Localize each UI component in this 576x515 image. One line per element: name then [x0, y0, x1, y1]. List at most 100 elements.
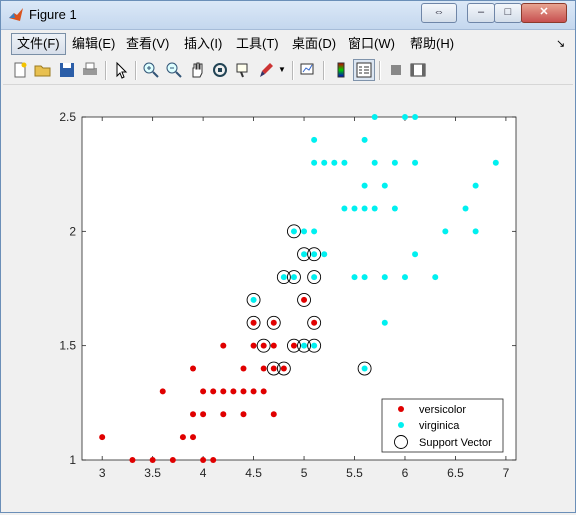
pan-icon[interactable] — [187, 60, 207, 80]
point-versicolor — [210, 457, 217, 463]
point-versicolor — [200, 457, 207, 463]
close-button[interactable]: ✕ — [521, 3, 567, 23]
point-versicolor — [190, 434, 197, 441]
x-tick-label: 4.5 — [245, 466, 262, 480]
y-tick-label: 2 — [69, 224, 76, 238]
point-virginica — [401, 114, 408, 120]
point-virginica — [311, 274, 318, 281]
point-versicolor — [270, 342, 277, 349]
show-plot-tools-icon[interactable] — [408, 60, 428, 80]
y-tick-label: 1 — [69, 453, 76, 467]
point-versicolor — [301, 296, 308, 303]
point-versicolor — [260, 342, 267, 349]
menu-desktop[interactable]: 桌面(D) — [287, 34, 341, 54]
menu-view[interactable]: 查看(V) — [121, 34, 174, 54]
point-versicolor — [99, 434, 106, 441]
point-virginica — [442, 228, 449, 235]
point-virginica — [492, 159, 499, 166]
link-plot-icon[interactable] — [298, 60, 318, 80]
point-versicolor — [240, 388, 247, 395]
pointer-icon[interactable] — [111, 60, 131, 80]
point-virginica — [321, 251, 328, 258]
menu-bar: 文件(F) 编辑(E) 查看(V) 插入(I) 工具(T) 桌面(D) 窗口(W… — [3, 31, 573, 57]
menu-edit[interactable]: 编辑(E) — [67, 34, 120, 54]
menu-help[interactable]: 帮助(H) — [405, 34, 459, 54]
legend-icon[interactable] — [353, 59, 375, 81]
print-icon[interactable] — [80, 60, 100, 80]
window-title: Figure 1 — [29, 7, 77, 22]
title-bar[interactable]: Figure 1 ⇔ – □ ✕ — [1, 1, 575, 30]
dock-icon: ⇔ — [433, 6, 445, 18]
point-virginica — [361, 182, 368, 189]
new-figure-icon[interactable] — [10, 60, 30, 80]
point-versicolor — [159, 388, 166, 395]
point-virginica — [361, 274, 368, 281]
point-virginica — [361, 365, 368, 372]
scatter-chart: 3 3.5 4 4.5 5 5.5 6 6.5 7 1 1.5 2 2.5 versicolor vir… — [59, 110, 517, 480]
point-virginica — [361, 205, 368, 212]
x-tick-label: 5.5 — [346, 466, 363, 480]
save-icon[interactable] — [57, 60, 77, 80]
point-virginica — [391, 205, 398, 212]
hide-plot-tools-icon[interactable] — [386, 60, 406, 80]
point-versicolor — [270, 365, 277, 372]
open-file-icon[interactable] — [33, 60, 53, 80]
point-virginica — [311, 342, 318, 349]
zoom-out-icon[interactable] — [164, 60, 184, 80]
dock-button[interactable]: ⇔ — [421, 3, 457, 23]
x-tick-label: 3 — [99, 466, 106, 480]
point-versicolor — [190, 365, 197, 372]
zoom-in-icon[interactable] — [141, 60, 161, 80]
point-virginica — [301, 251, 308, 258]
menu-insert[interactable]: 插入(I) — [179, 34, 227, 54]
point-virginica — [371, 114, 378, 120]
brush-dropdown-icon[interactable]: ▼ — [278, 60, 288, 80]
x-tick-label: 5 — [301, 466, 308, 480]
point-virginica — [351, 274, 358, 281]
point-versicolor — [220, 411, 227, 418]
x-tick-label: 6.5 — [447, 466, 464, 480]
y-tick-label: 1.5 — [59, 339, 76, 353]
minimize-button[interactable]: – — [467, 3, 495, 23]
point-versicolor — [311, 319, 318, 326]
point-virginica — [462, 205, 469, 212]
point-versicolor — [250, 342, 257, 349]
y-tick-label: 2.5 — [59, 110, 76, 124]
point-virginica — [250, 296, 257, 303]
point-versicolor — [250, 319, 257, 326]
point-virginica — [371, 159, 378, 166]
data-cursor-icon[interactable] — [233, 60, 253, 80]
point-versicolor — [200, 388, 207, 395]
menu-tools[interactable]: 工具(T) — [231, 34, 284, 54]
point-virginica — [371, 205, 378, 212]
point-versicolor — [260, 365, 267, 372]
colorbar-icon[interactable] — [331, 60, 351, 80]
point-versicolor — [250, 388, 257, 395]
point-virginica — [472, 228, 479, 235]
point-versicolor — [129, 457, 136, 463]
maximize-button[interactable]: □ — [494, 3, 522, 23]
point-virginica — [280, 274, 287, 281]
brush-icon[interactable] — [256, 60, 276, 80]
point-versicolor — [290, 342, 297, 349]
point-versicolor — [270, 319, 277, 326]
legend-marker-virginica — [398, 422, 404, 428]
menu-file[interactable]: 文件(F) — [11, 33, 66, 55]
point-virginica — [290, 274, 297, 281]
point-virginica — [381, 182, 388, 189]
point-virginica — [381, 319, 388, 326]
x-tick-label: 7 — [503, 466, 510, 480]
legend[interactable]: versicolor virginica Support Vector — [381, 398, 504, 453]
menu-window[interactable]: 窗口(W) — [343, 34, 400, 54]
point-virginica — [391, 159, 398, 166]
point-versicolor — [179, 434, 186, 441]
legend-marker-versicolor — [398, 406, 404, 412]
legend-label-support-vector: Support Vector — [419, 437, 492, 449]
menu-overflow-icon[interactable]: ↘ — [551, 34, 570, 54]
legend-label-virginica: virginica — [419, 420, 460, 432]
point-virginica — [412, 114, 419, 120]
point-versicolor — [200, 411, 207, 418]
rotate-3d-icon[interactable] — [210, 60, 230, 80]
point-virginica — [381, 274, 388, 281]
point-virginica — [321, 159, 328, 166]
